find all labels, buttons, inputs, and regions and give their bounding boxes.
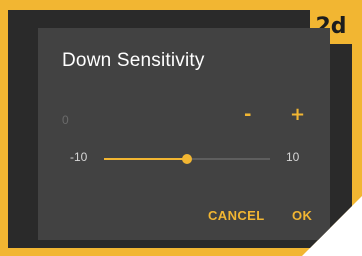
ok-button[interactable]: OK <box>292 208 312 223</box>
decrease-button[interactable]: - <box>244 104 251 125</box>
cancel-button[interactable]: CANCEL <box>208 208 265 223</box>
current-value: 0 <box>62 113 69 127</box>
slider-fill <box>104 158 187 160</box>
slider-min-label: -10 <box>70 150 88 164</box>
dialog-title: Down Sensitivity <box>62 50 205 71</box>
slider-max-label: 10 <box>286 150 300 164</box>
increase-button[interactable]: + <box>290 104 305 125</box>
sensitivity-slider[interactable] <box>104 154 270 164</box>
sensitivity-dialog: Down Sensitivity 0 - + -10 10 CANCEL OK <box>38 28 330 240</box>
slider-thumb[interactable] <box>182 154 192 164</box>
yellow-frame: 2d Down Sensitivity 0 - + -10 10 CANCEL … <box>0 0 362 256</box>
